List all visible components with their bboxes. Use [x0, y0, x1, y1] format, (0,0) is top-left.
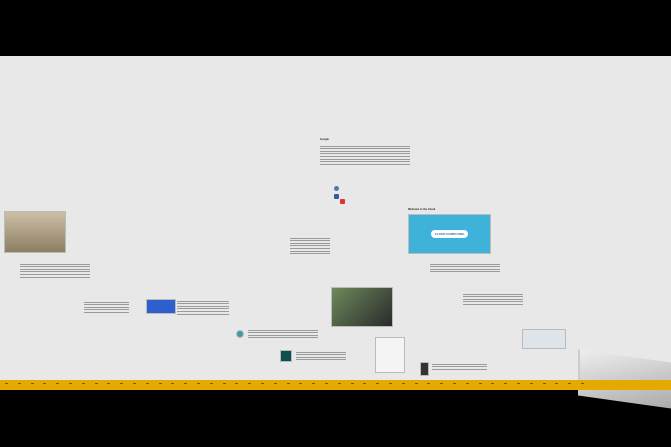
- timeline-tick: [363, 383, 367, 384]
- entry-netscape-text: [296, 350, 346, 361]
- timeline-tick: [517, 383, 520, 384]
- timeline-tick: [504, 383, 508, 384]
- timeline-tick: [5, 383, 8, 384]
- timeline-tick: [286, 383, 290, 384]
- cloud-computing-image: CLOUD COMPUTING: [408, 214, 491, 254]
- timeline-tick: [248, 383, 252, 384]
- timeline-tick: [325, 383, 328, 384]
- timeline-tick: [529, 383, 533, 384]
- entry-google-text: [320, 144, 410, 165]
- entry-email-text: [84, 300, 129, 313]
- timeline-tick: [465, 383, 469, 384]
- network-diagram: [522, 329, 566, 349]
- timeline-tick: [555, 383, 559, 384]
- timeline-tick: [427, 383, 431, 384]
- social-icon: [334, 186, 339, 191]
- timeline-tick: [235, 383, 239, 384]
- www-icon: [236, 330, 244, 338]
- timeline-tick: [209, 383, 213, 384]
- netscape-logo: [280, 350, 292, 362]
- mainframe-photo: [4, 211, 66, 253]
- timeline-tick: [107, 383, 111, 384]
- entry-arpanet-text: [20, 262, 90, 278]
- timeline-tick: [17, 383, 21, 384]
- timeline-tick: [478, 383, 482, 384]
- timeline-tick: [491, 383, 495, 384]
- entry-internet-text: [177, 299, 229, 315]
- timeline-tick: [184, 383, 188, 384]
- timeline-tick: [389, 383, 392, 384]
- timeline-tick: [94, 383, 98, 384]
- timeline-tick: [158, 383, 162, 384]
- cloud-image-text: CLOUD COMPUTING: [430, 230, 469, 238]
- blackberry-photo: [331, 287, 393, 327]
- timeline-tick: [43, 383, 47, 384]
- device-photo: [420, 362, 429, 376]
- entry-search-text: [290, 236, 330, 255]
- timeline-bar: [0, 380, 671, 390]
- timeline-tick: [376, 383, 380, 384]
- timeline-tick: [414, 383, 418, 384]
- timeline-tick: [453, 383, 456, 384]
- internet-image: [146, 299, 176, 314]
- timeline-tick: [350, 383, 354, 384]
- entry-cloud-text: [430, 262, 500, 273]
- youtube-icon: [340, 199, 345, 204]
- timeline-tick: [581, 383, 584, 384]
- timeline-tick: [120, 383, 124, 384]
- timeline-tick: [440, 383, 444, 384]
- timeline-tick: [69, 383, 72, 384]
- timeline-tick: [337, 383, 341, 384]
- timeline-tick: [299, 383, 303, 384]
- timeline-tick: [261, 383, 264, 384]
- timeline-tick: [56, 383, 60, 384]
- entry-services-text: [463, 292, 523, 305]
- logos-image: [375, 337, 405, 373]
- timeline-tick: [133, 383, 136, 384]
- timeline-tick: [81, 383, 85, 384]
- timeline-tick: [542, 383, 546, 384]
- timeline-tick: [568, 383, 572, 384]
- entry-device-text: [432, 362, 487, 370]
- entry-www-text: [248, 328, 318, 339]
- timeline-tick: [145, 383, 149, 384]
- timeline-tick: [197, 383, 200, 384]
- timeline-tick: [30, 383, 34, 384]
- presentation-canvas[interactable]: [0, 56, 671, 380]
- social-icon: [334, 194, 339, 199]
- timeline-tick: [222, 383, 226, 384]
- entry-google-title: Google: [320, 138, 329, 141]
- entry-cloud-title: Welcome to the Cloud: [408, 208, 436, 211]
- timeline-tick: [312, 383, 316, 384]
- timeline-tick: [171, 383, 175, 384]
- timeline-tick: [273, 383, 277, 384]
- timeline-tick: [401, 383, 405, 384]
